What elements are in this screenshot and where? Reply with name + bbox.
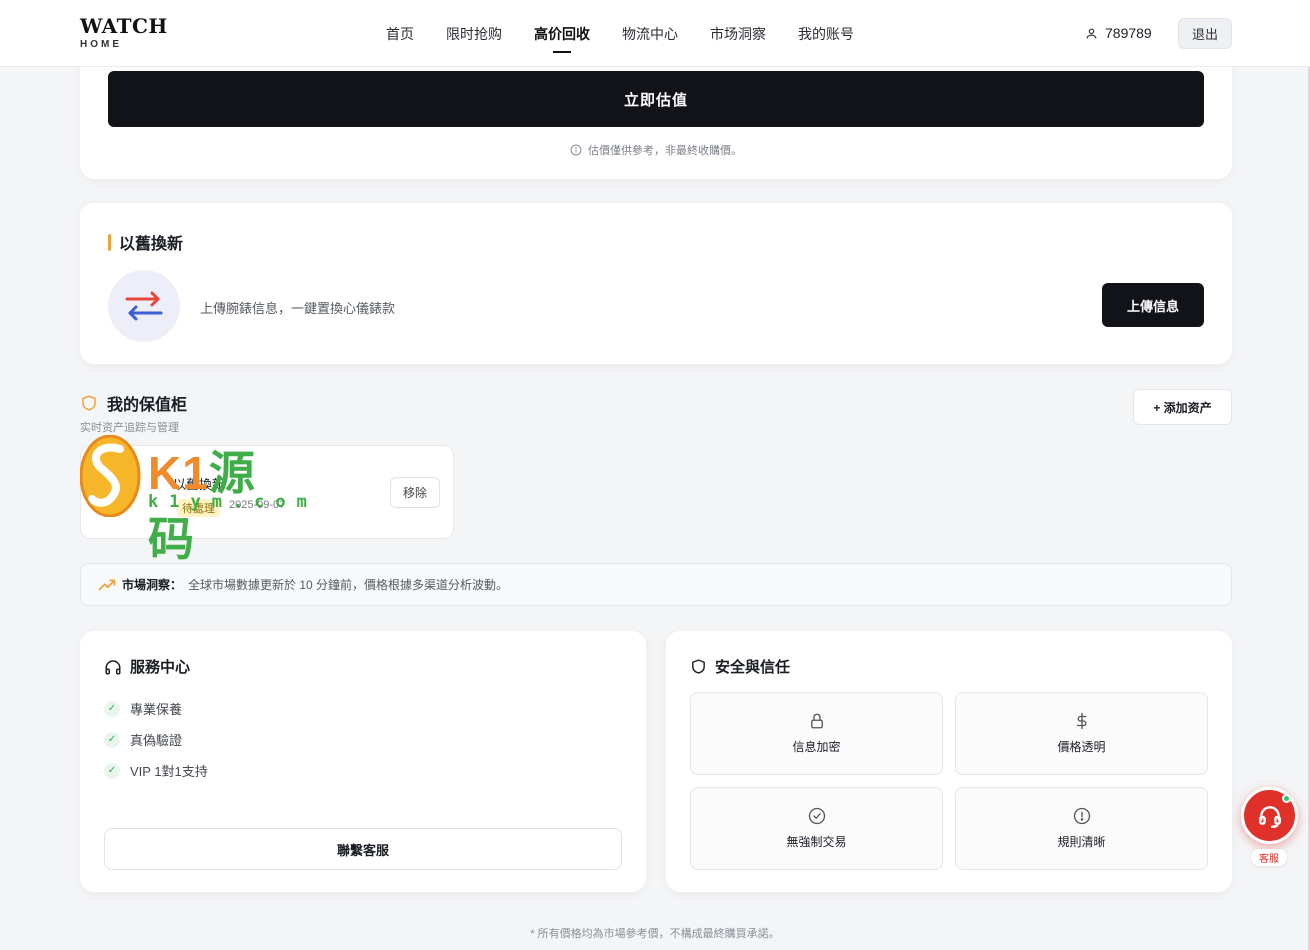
tradein-title: 以舊換新 — [108, 230, 183, 254]
nav-recycle[interactable]: 高价回收 — [518, 0, 606, 67]
security-title-text: 安全與信任 — [715, 659, 791, 676]
shield-icon — [82, 395, 96, 411]
service-item-label: 真偽驗證 — [130, 733, 183, 748]
security-tile-no-forced: 無強制交易 — [690, 787, 943, 870]
service-title-text: 服務中心 — [130, 659, 191, 676]
footer-disclaimer: * 所有價格均為市場參考價，不構成最終購買承諾。 — [530, 928, 780, 940]
service-item: ✓ VIP 1對1支持 — [104, 755, 208, 786]
add-asset-button[interactable]: + 添加资产 — [1133, 389, 1232, 425]
vault-subtitle: 实时资产追踪与管理 — [80, 422, 179, 434]
service-list: ✓ 專業保養 ✓ 真偽驗證 ✓ VIP 1對1支持 — [104, 693, 208, 786]
logout-button[interactable]: 退出 — [1178, 18, 1232, 49]
estimate-now-button[interactable]: 立即估值 — [108, 71, 1204, 127]
remove-asset-button[interactable]: 移除 — [390, 477, 440, 508]
main-nav: 首页 限时抢购 高价回收 物流中心 市场洞察 我的账号 — [370, 0, 870, 67]
security-tile-clear-rules: 規則清晰 — [955, 787, 1208, 870]
customer-service-label[interactable]: 客服 — [1251, 849, 1287, 866]
service-item-label: VIP 1對1支持 — [130, 764, 208, 779]
headphones-icon — [105, 659, 121, 674]
nav-flash-sale[interactable]: 限时抢购 — [430, 0, 518, 67]
asset-card: 以舊換新 待處理 2025-09-07 移除 — [80, 445, 454, 539]
security-tile-pricing: 價格透明 — [955, 692, 1208, 775]
online-status-dot — [1282, 794, 1291, 803]
vault-title-text: 我的保值柜 — [107, 397, 188, 414]
security-tile-label: 價格透明 — [1057, 740, 1106, 754]
check-icon: ✓ — [104, 731, 120, 748]
dollar-icon — [1076, 712, 1086, 730]
username: 789789 — [1105, 25, 1152, 41]
top-navbar: WATCH HOME 首页 限时抢购 高价回收 物流中心 市场洞察 我的账号 7… — [0, 0, 1310, 67]
title-accent-bar — [108, 233, 111, 251]
logo-sub-text: HOME — [80, 39, 122, 50]
vault-title: 我的保值柜 — [80, 391, 187, 415]
market-label: 市場洞察： — [122, 578, 183, 592]
tradein-title-text: 以舊換新 — [119, 236, 184, 253]
user-info[interactable]: 789789 — [1085, 25, 1152, 41]
service-item-label: 專業保養 — [130, 702, 183, 717]
asset-status-badge: 待處理 — [177, 499, 220, 517]
asset-date: 2025-09-07 — [229, 499, 286, 511]
alert-circle-icon — [1073, 807, 1090, 825]
check-icon: ✓ — [104, 762, 120, 779]
estimate-note: 估價僅供參考，非最終收購價。 — [80, 142, 1232, 158]
nav-logistics[interactable]: 物流中心 — [606, 0, 694, 67]
service-item: ✓ 真偽驗證 — [104, 724, 208, 755]
security-tile-encryption: 信息加密 — [690, 692, 943, 775]
customer-service-float-button[interactable] — [1241, 787, 1298, 844]
market-insight-bar: 市場洞察： 全球市場數據更新於 10 分鐘前，價格根據多渠道分析波動。 — [80, 563, 1232, 606]
lock-icon — [810, 713, 823, 729]
check-circle-icon — [808, 807, 825, 825]
nav-account[interactable]: 我的账号 — [782, 0, 870, 67]
security-trust-card: 安全與信任 信息加密 價格透明 無強制交易 規則清晰 — [666, 631, 1232, 892]
market-text: 全球市場數據更新於 10 分鐘前，價格根據多渠道分析波動。 — [188, 578, 509, 592]
nav-market[interactable]: 市场洞察 — [694, 0, 782, 67]
service-item: ✓ 專業保養 — [104, 693, 208, 724]
estimate-card: 立即估值 估價僅供參考，非最終收購價。 — [80, 55, 1232, 179]
security-tile-label: 無強制交易 — [786, 835, 847, 849]
headset-icon — [1258, 805, 1281, 828]
security-title: 安全與信任 — [690, 656, 790, 677]
tradein-description: 上傳腕錶信息，一鍵置換心儀錶款 — [200, 301, 396, 316]
service-title: 服務中心 — [104, 656, 190, 677]
logo-main-text: WATCH — [80, 14, 168, 38]
nav-home[interactable]: 首页 — [370, 0, 430, 67]
swap-icon — [108, 270, 180, 342]
tradein-card: 以舊換新 上傳腕錶信息，一鍵置換心儀錶款 上傳信息 — [80, 203, 1232, 364]
trending-up-icon — [98, 579, 116, 590]
asset-name: 以舊換新 — [173, 477, 226, 492]
security-tile-label: 規則清晰 — [1057, 835, 1106, 849]
upload-info-button[interactable]: 上傳信息 — [1102, 283, 1204, 327]
logo[interactable]: WATCH HOME — [80, 16, 168, 50]
security-tile-label: 信息加密 — [792, 740, 841, 754]
service-center-card: 服務中心 ✓ 專業保養 ✓ 真偽驗證 ✓ VIP 1對1支持 聯繫客服 — [80, 631, 646, 892]
shield-icon — [692, 659, 705, 674]
estimate-note-text: 估價僅供參考，非最終收購價。 — [588, 145, 742, 157]
check-icon: ✓ — [104, 700, 120, 717]
info-icon — [570, 144, 582, 156]
user-icon — [1086, 28, 1097, 38]
contact-support-button[interactable]: 聯繫客服 — [104, 828, 622, 870]
